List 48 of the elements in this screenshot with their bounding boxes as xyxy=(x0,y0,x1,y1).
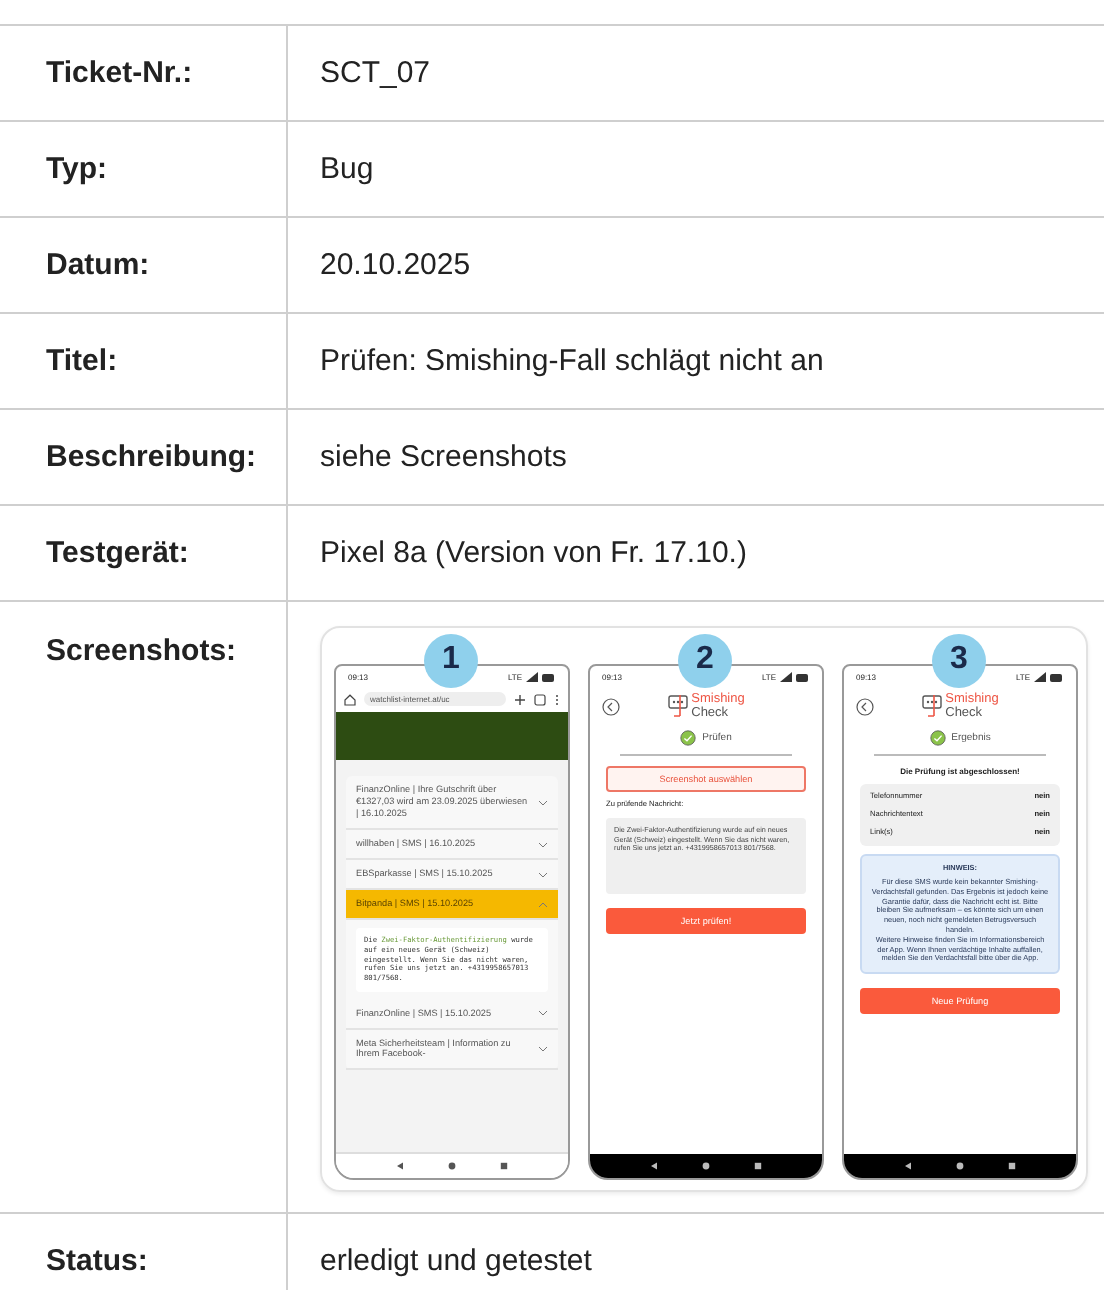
home-nav-icon[interactable] xyxy=(702,1162,710,1170)
signal-icon xyxy=(526,672,538,683)
battery-icon xyxy=(796,673,810,682)
signal-icon xyxy=(780,672,792,683)
tabs-icon[interactable] xyxy=(534,693,546,706)
step-number: 2 xyxy=(678,634,732,688)
chevron-up-icon xyxy=(538,901,548,908)
chevron-down-icon xyxy=(538,799,548,806)
back-nav-icon[interactable] xyxy=(396,1162,404,1170)
back-icon[interactable] xyxy=(602,698,620,717)
field-label: Ticket-Nr.: xyxy=(46,56,193,90)
plus-icon[interactable] xyxy=(514,693,526,706)
field-label: Typ: xyxy=(46,152,108,186)
field-value: Pixel 8a (Version von Fr. 17.10.) xyxy=(320,536,747,570)
chevron-down-icon xyxy=(538,841,548,848)
battery-icon xyxy=(1050,673,1064,682)
step-number: 1 xyxy=(424,634,478,688)
field-value: 20.10.2025 xyxy=(320,248,471,282)
check-icon xyxy=(929,730,946,747)
back-nav-icon[interactable] xyxy=(904,1162,912,1170)
field-value: siehe Screenshots xyxy=(320,440,567,474)
field-value: Bug xyxy=(320,152,374,186)
recents-nav-icon[interactable] xyxy=(500,1162,508,1170)
chat-logo-icon xyxy=(667,694,690,719)
field-label: Beschreibung: xyxy=(46,440,257,474)
field-value: SCT_07 xyxy=(320,56,431,90)
signal-icon xyxy=(1034,672,1046,683)
back-icon[interactable] xyxy=(856,698,874,717)
back-nav-icon[interactable] xyxy=(650,1162,658,1170)
field-label: Screenshots: xyxy=(46,634,237,668)
field-value: Prüfen: Smishing-Fall schlägt nicht an xyxy=(320,344,824,378)
recents-nav-icon[interactable] xyxy=(754,1162,762,1170)
chat-logo-icon xyxy=(921,694,944,719)
check-icon xyxy=(680,730,697,747)
chevron-down-icon xyxy=(538,1010,548,1017)
home-nav-icon[interactable] xyxy=(448,1162,456,1170)
chevron-down-icon xyxy=(538,871,548,878)
field-label: Status: xyxy=(46,1244,148,1278)
chevron-down-icon xyxy=(538,1045,548,1052)
field-label: Datum: xyxy=(46,248,150,282)
home-icon[interactable] xyxy=(344,693,356,706)
home-nav-icon[interactable] xyxy=(956,1162,964,1170)
field-label: Testgerät: xyxy=(46,536,189,570)
field-value: erledigt und getestet xyxy=(320,1244,592,1278)
battery-icon xyxy=(542,673,556,682)
field-label: Titel: xyxy=(46,344,118,378)
step-number: 3 xyxy=(932,634,986,688)
recents-nav-icon[interactable] xyxy=(1008,1162,1016,1170)
